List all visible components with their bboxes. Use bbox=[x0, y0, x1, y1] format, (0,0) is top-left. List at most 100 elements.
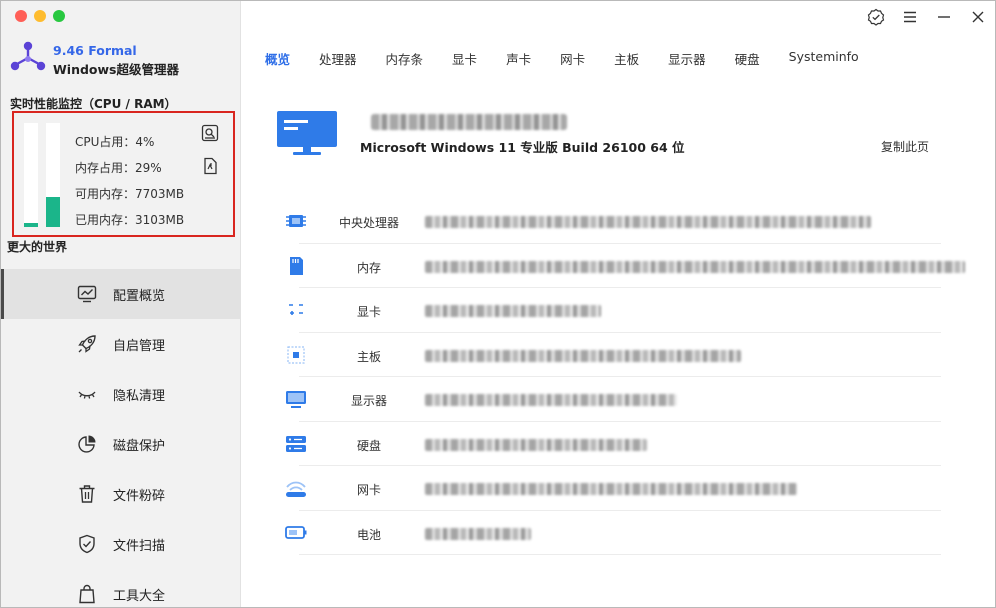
ram-usage-fill bbox=[46, 197, 60, 227]
rocket-icon bbox=[78, 335, 96, 353]
app-version: 9.46 Formal bbox=[53, 43, 137, 58]
badge-check-icon bbox=[867, 8, 885, 26]
info-tabs: 概览 处理器 内存条 显卡 声卡 网卡 主板 显示器 硬盘 Systeminfo bbox=[265, 49, 888, 68]
ram-usage-text: 内存占用：29% bbox=[75, 161, 162, 175]
row-label: 内存 bbox=[356, 260, 381, 275]
list-item: 主板 bbox=[277, 333, 941, 377]
performance-monitor: CPU占用：4% 内存占用：29% 可用内存：7703MB 已用内存：3103M… bbox=[12, 111, 235, 237]
row-label: 显卡 bbox=[356, 305, 381, 319]
close-window-button[interactable] bbox=[15, 10, 27, 22]
nav-item-label: 隐私清理 bbox=[113, 389, 166, 404]
tab-overview[interactable]: 概览 bbox=[265, 49, 290, 68]
row-label: 网卡 bbox=[356, 483, 381, 497]
row-label: 中央处理器 bbox=[338, 216, 399, 230]
nav-item-label: 自启管理 bbox=[113, 339, 166, 354]
network-value-redacted bbox=[425, 483, 797, 495]
sidebar: 9.46 Formal Windows超级管理器 实时性能监控（CPU / RA… bbox=[1, 1, 241, 607]
hardware-summary-list: 中央处理器 内存 显卡 主板 显示器 硬盘 网卡 电池 bbox=[277, 199, 965, 555]
tab-sound[interactable]: 声卡 bbox=[506, 49, 531, 68]
close-icon bbox=[972, 11, 984, 23]
eye-closed-icon bbox=[78, 391, 96, 399]
cpu-chip-icon bbox=[286, 215, 306, 227]
tab-motherboard[interactable]: 主板 bbox=[614, 49, 639, 68]
tab-monitor[interactable]: 显示器 bbox=[668, 49, 706, 68]
search-report-icon[interactable] bbox=[201, 124, 219, 142]
motherboard-value-redacted bbox=[425, 349, 741, 362]
pie-chart-icon bbox=[78, 435, 96, 453]
display-icon bbox=[286, 391, 306, 408]
available-memory-text: 可用内存：7703MB bbox=[75, 187, 185, 201]
nav-item-file-scan[interactable]: 文件扫描 bbox=[1, 519, 241, 569]
wifi-icon bbox=[286, 481, 306, 497]
hard-disk-icon bbox=[286, 435, 306, 452]
theme-button[interactable] bbox=[859, 7, 893, 27]
list-item: 网卡 bbox=[277, 466, 941, 511]
used-memory-text: 已用内存：3103MB bbox=[75, 213, 185, 227]
list-item: 中央处理器 bbox=[277, 199, 941, 244]
computer-name-redacted bbox=[371, 114, 567, 130]
slogan-text: 更大的世界 bbox=[7, 240, 68, 254]
file-settings-icon[interactable] bbox=[201, 157, 219, 175]
row-label: 硬盘 bbox=[356, 438, 381, 453]
nav-item-toolbox[interactable]: 工具大全 bbox=[1, 569, 241, 607]
monitor-chart-icon bbox=[77, 285, 97, 303]
minimize-icon bbox=[938, 16, 950, 18]
tab-processor[interactable]: 处理器 bbox=[319, 49, 357, 68]
nav-item-label: 磁盘保护 bbox=[113, 439, 166, 454]
nav-item-label: 文件粉碎 bbox=[113, 489, 166, 504]
display-value-redacted bbox=[425, 394, 677, 406]
nav-item-file-shred[interactable]: 文件粉碎 bbox=[1, 469, 241, 519]
app-name: Windows超级管理器 bbox=[53, 62, 179, 77]
memory-value-redacted bbox=[425, 260, 965, 273]
cpu-value-redacted bbox=[425, 216, 871, 228]
nav-item-label: 工具大全 bbox=[113, 589, 166, 604]
nav-item-disk-protect[interactable]: 磁盘保护 bbox=[1, 419, 241, 469]
row-label: 显示器 bbox=[350, 394, 387, 408]
app-logo-icon bbox=[10, 41, 46, 71]
nav-item-startup[interactable]: 自启管理 bbox=[1, 319, 241, 369]
sd-card-icon bbox=[290, 256, 303, 275]
row-label: 主板 bbox=[356, 349, 381, 364]
computer-icon bbox=[277, 111, 337, 155]
list-item: 显示器 bbox=[277, 377, 941, 422]
tab-disk[interactable]: 硬盘 bbox=[735, 49, 760, 68]
list-item: 内存 bbox=[277, 244, 965, 288]
copy-page-button[interactable]: 复制此页 bbox=[881, 138, 929, 155]
shopping-bag-icon bbox=[79, 584, 95, 604]
window-controls bbox=[859, 7, 995, 27]
tab-systeminfo[interactable]: Systeminfo bbox=[789, 49, 859, 68]
disk-value-redacted bbox=[425, 438, 647, 451]
maximize-window-button[interactable] bbox=[53, 10, 65, 22]
close-button[interactable] bbox=[961, 7, 995, 27]
battery-icon bbox=[285, 525, 307, 539]
list-item: 显卡 bbox=[277, 288, 941, 333]
list-item: 硬盘 bbox=[277, 422, 941, 466]
row-divider bbox=[299, 554, 941, 555]
monitor-title: 实时性能监控（CPU / RAM） bbox=[10, 97, 177, 111]
menu-button[interactable] bbox=[893, 7, 927, 27]
minimize-button[interactable] bbox=[927, 7, 961, 27]
app-window: 9.46 Formal Windows超级管理器 实时性能监控（CPU / RA… bbox=[0, 0, 996, 608]
menu-icon bbox=[904, 11, 916, 23]
tab-graphics[interactable]: 显卡 bbox=[452, 49, 477, 68]
cpu-usage-bar bbox=[24, 123, 38, 227]
trash-icon bbox=[79, 485, 95, 503]
window-traffic-lights bbox=[15, 10, 65, 22]
gpu-value-redacted bbox=[425, 305, 601, 317]
battery-value-redacted bbox=[425, 527, 531, 540]
motherboard-icon bbox=[287, 345, 305, 364]
tab-network[interactable]: 网卡 bbox=[560, 49, 585, 68]
cpu-usage-text: CPU占用：4% bbox=[75, 135, 155, 149]
list-item: 电池 bbox=[277, 511, 941, 555]
minimize-window-button[interactable] bbox=[34, 10, 46, 22]
nav-item-privacy[interactable]: 隐私清理 bbox=[1, 369, 241, 419]
row-label: 电池 bbox=[356, 527, 381, 542]
os-version: Microsoft Windows 11 专业版 Build 26100 64 … bbox=[360, 140, 685, 155]
shield-check-icon bbox=[79, 534, 95, 554]
sidebar-nav: 配置概览 自启管理 隐私清理 磁盘保护 文件粉碎 文件扫描 工具大全 bbox=[1, 269, 241, 607]
tab-memory[interactable]: 内存条 bbox=[386, 49, 424, 68]
gpu-icon bbox=[289, 304, 303, 315]
nav-item-overview[interactable]: 配置概览 bbox=[1, 269, 241, 319]
ram-usage-bar bbox=[46, 123, 60, 227]
nav-item-label: 配置概览 bbox=[113, 289, 166, 304]
